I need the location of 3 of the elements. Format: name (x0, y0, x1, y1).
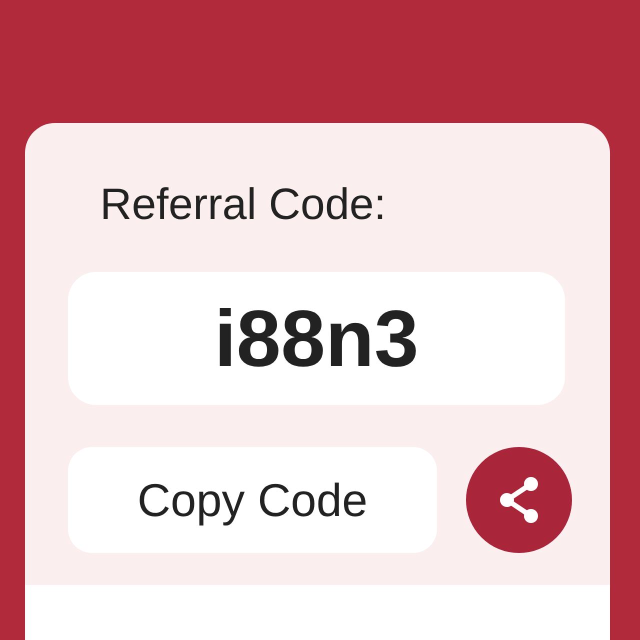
referral-title: Referral Code: (100, 179, 388, 231)
copy-code-button[interactable]: Copy Code (68, 447, 437, 553)
referral-code: i88n3 (68, 272, 565, 405)
